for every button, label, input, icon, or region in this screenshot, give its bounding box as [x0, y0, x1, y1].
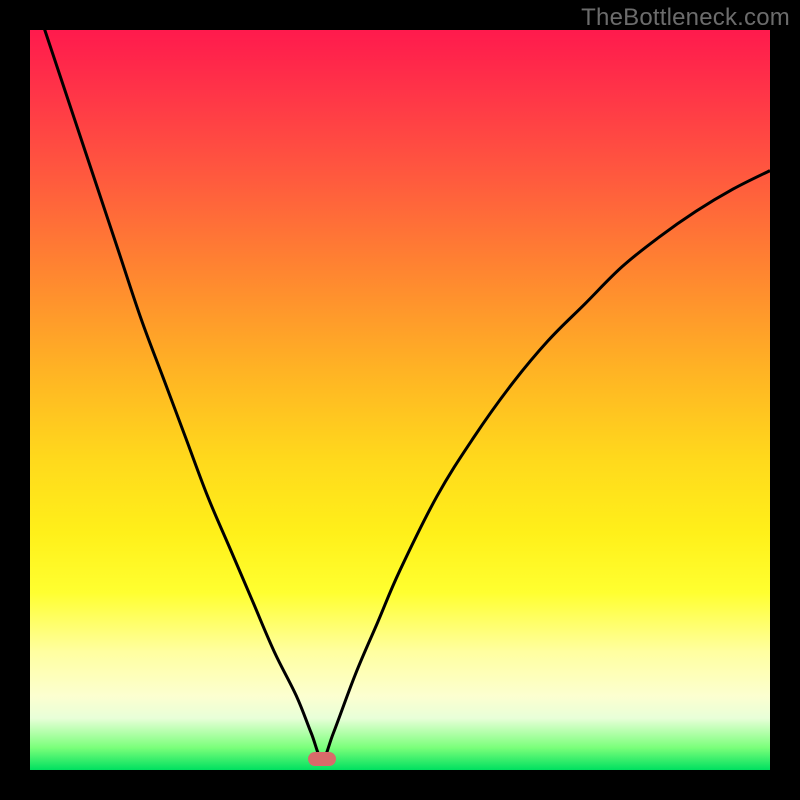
watermark-text: TheBottleneck.com: [581, 4, 790, 32]
curve-layer: [30, 30, 770, 770]
plot-area: [30, 30, 770, 770]
chart-frame: TheBottleneck.com: [0, 0, 800, 800]
bottleneck-curve: [30, 0, 770, 759]
optimal-marker: [308, 752, 336, 766]
